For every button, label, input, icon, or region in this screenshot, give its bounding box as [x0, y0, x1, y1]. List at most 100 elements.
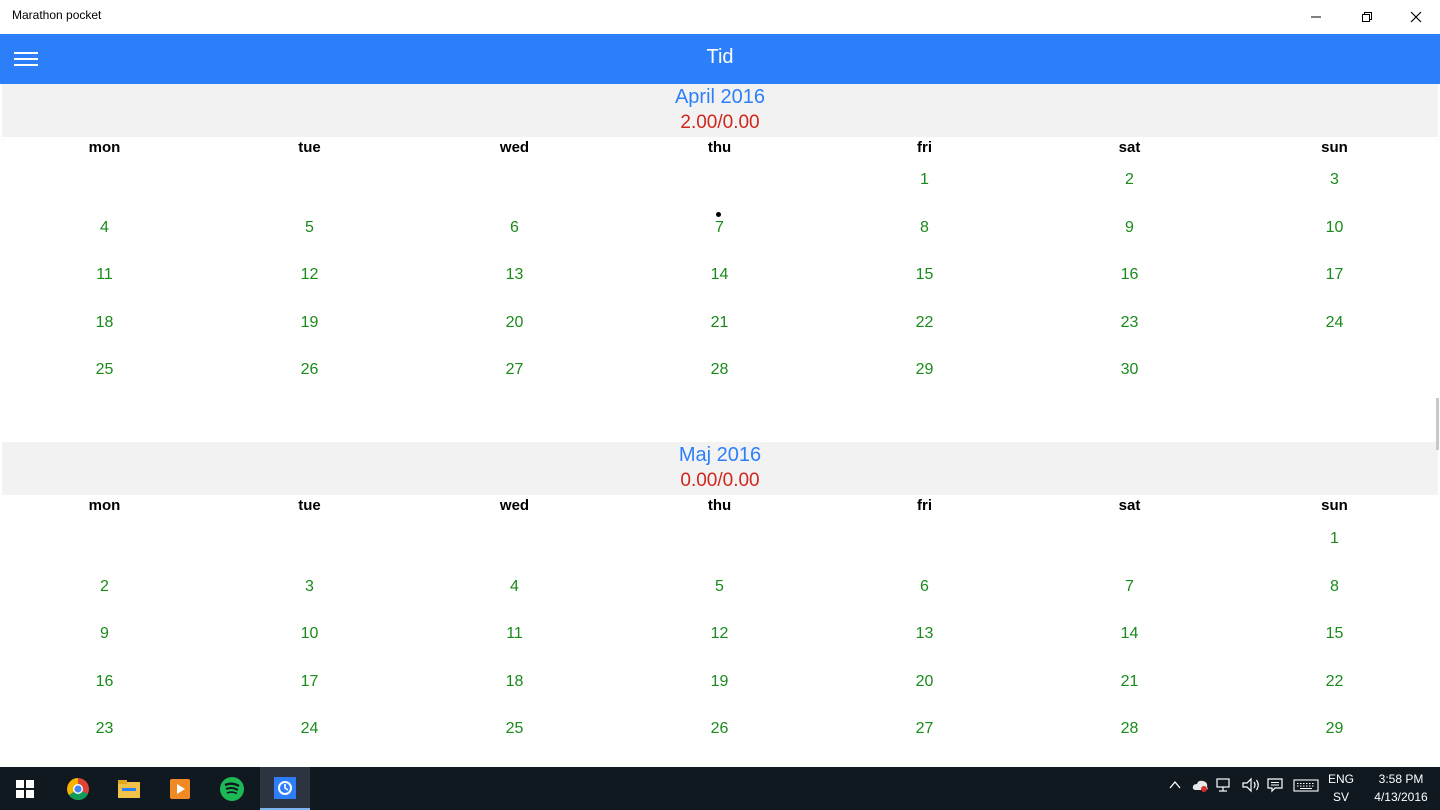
calendar-day[interactable]: 16 — [2, 673, 207, 691]
spotify-icon[interactable] — [207, 767, 257, 810]
calendar-day[interactable]: 20 — [822, 673, 1027, 691]
calendar-day[interactable]: 17 — [1232, 266, 1437, 284]
network-icon[interactable] — [1216, 777, 1234, 797]
calendar-day[interactable]: 27 — [822, 720, 1027, 738]
clock-time[interactable]: 3:58 PM — [1366, 772, 1436, 786]
marathon-pocket-icon[interactable] — [260, 767, 310, 810]
calendar-day[interactable]: 22 — [822, 314, 1027, 332]
calendar-day[interactable]: 26 — [617, 720, 822, 738]
month-title: Maj 2016 — [678, 444, 762, 466]
close-button[interactable] — [1392, 0, 1440, 34]
onedrive-icon[interactable] — [1190, 777, 1210, 797]
calendar-day[interactable]: 22 — [1232, 673, 1437, 691]
minimize-button[interactable] — [1292, 0, 1340, 34]
start-button[interactable] — [0, 767, 50, 810]
close-icon — [1410, 11, 1422, 23]
keyboard-icon[interactable] — [1293, 777, 1319, 797]
calendar-day[interactable]: 19 — [617, 673, 822, 691]
chevron-up-icon[interactable] — [1168, 777, 1182, 796]
month-header: April 2016 2.00/0.00 — [2, 84, 1438, 137]
calendar-day[interactable]: 15 — [822, 266, 1027, 284]
calendar-day[interactable]: 13 — [822, 625, 1027, 643]
weekday-label: sun — [1321, 139, 1348, 156]
weekday-label: thu — [707, 139, 732, 156]
calendar-day[interactable]: 28 — [617, 361, 822, 379]
calendar-day[interactable]: 24 — [207, 720, 412, 738]
calendar-day[interactable]: 1 — [822, 171, 1027, 189]
calendar-day[interactable]: 17 — [207, 673, 412, 691]
calendar-day[interactable]: 12 — [617, 625, 822, 643]
calendar-day[interactable]: 12 — [207, 266, 412, 284]
calendar-day[interactable]: 3 — [207, 578, 412, 596]
clock-date[interactable]: 4/13/2016 — [1366, 790, 1436, 804]
month-header: Maj 2016 0.00/0.00 — [2, 442, 1438, 495]
calendar-day[interactable]: 5 — [617, 578, 822, 596]
calendar-day[interactable]: 8 — [822, 219, 1027, 237]
calendar-day[interactable]: 26 — [207, 361, 412, 379]
calendar-day[interactable]: 25 — [2, 361, 207, 379]
calendar-day[interactable]: 4 — [2, 219, 207, 237]
calendar-day[interactable]: 27 — [412, 361, 617, 379]
calendar-day[interactable]: 24 — [1232, 314, 1437, 332]
keyboard-layout[interactable]: SV — [1326, 790, 1356, 804]
calendar-day[interactable]: 29 — [822, 361, 1027, 379]
calendar-day[interactable]: 1 — [1232, 530, 1437, 548]
media-player-icon[interactable] — [155, 767, 205, 810]
weekday-label: wed — [499, 497, 530, 514]
calendar-day[interactable]: 20 — [412, 314, 617, 332]
calendar-day[interactable]: 23 — [1027, 314, 1232, 332]
weekday-label: mon — [88, 497, 121, 514]
calendar-day[interactable]: 7 — [1027, 578, 1232, 596]
action-center-icon[interactable] — [1266, 777, 1284, 797]
scrollbar-thumb[interactable] — [1436, 398, 1439, 450]
calendar-day[interactable]: 6 — [412, 219, 617, 237]
month-title: April 2016 — [674, 86, 766, 108]
calendar-day[interactable]: 21 — [617, 314, 822, 332]
calendar-day[interactable]: 28 — [1027, 720, 1232, 738]
volume-icon[interactable] — [1241, 777, 1261, 797]
calendar-day[interactable]: 2 — [2, 578, 207, 596]
calendar-day[interactable]: 11 — [412, 625, 617, 643]
calendar-day[interactable]: 13 — [412, 266, 617, 284]
calendar-day[interactable]: 19 — [207, 314, 412, 332]
calendar-day[interactable]: 14 — [1027, 625, 1232, 643]
file-explorer-icon[interactable] — [104, 767, 154, 810]
calendar-day[interactable]: 9 — [2, 625, 207, 643]
calendar-day[interactable]: 9 — [1027, 219, 1232, 237]
calendar-day[interactable]: 6 — [822, 578, 1027, 596]
calendar-day[interactable]: 3 — [1232, 171, 1437, 189]
calendar-day[interactable]: 2 — [1027, 171, 1232, 189]
calendar-day[interactable]: 18 — [2, 314, 207, 332]
calendar-day[interactable]: 5 — [207, 219, 412, 237]
weekday-row: mon tue wed thu fri sat sun — [2, 139, 1438, 163]
weekday-label: sun — [1321, 497, 1348, 514]
calendar-day[interactable]: 4 — [412, 578, 617, 596]
calendar-day[interactable]: 14 — [617, 266, 822, 284]
calendar-day[interactable]: 23 — [2, 720, 207, 738]
calendar-day[interactable]: 16 — [1027, 266, 1232, 284]
calendar-day[interactable]: 21 — [1027, 673, 1232, 691]
calendar-day[interactable]: 29 — [1232, 720, 1437, 738]
calendar-day[interactable]: 15 — [1232, 625, 1437, 643]
window-titlebar: Marathon pocket — [0, 0, 1440, 34]
calendar-day[interactable]: 10 — [1232, 219, 1437, 237]
taskbar: ENG SV 3:58 PM 4/13/2016 — [0, 767, 1440, 810]
calendar-day[interactable]: 8 — [1232, 578, 1437, 596]
weekday-label: sat — [1118, 497, 1141, 514]
restore-button[interactable] — [1343, 0, 1391, 34]
minimize-icon — [1311, 16, 1321, 18]
month-total: 0.00/0.00 — [680, 470, 760, 491]
calendar-day[interactable]: 18 — [412, 673, 617, 691]
input-language[interactable]: ENG — [1326, 772, 1356, 786]
activity-dot — [716, 212, 721, 217]
calendar-day[interactable]: 30 — [1027, 361, 1232, 379]
calendar-day[interactable]: 7 — [617, 219, 822, 237]
calendar-day[interactable]: 25 — [412, 720, 617, 738]
calendar-day[interactable]: 11 — [2, 266, 207, 284]
restore-icon — [1362, 12, 1372, 22]
app-header: Tid — [0, 34, 1440, 84]
calendar-day[interactable]: 10 — [207, 625, 412, 643]
weekday-label: tue — [298, 139, 321, 156]
weekday-label: fri — [917, 139, 932, 156]
chrome-icon[interactable] — [53, 767, 103, 810]
